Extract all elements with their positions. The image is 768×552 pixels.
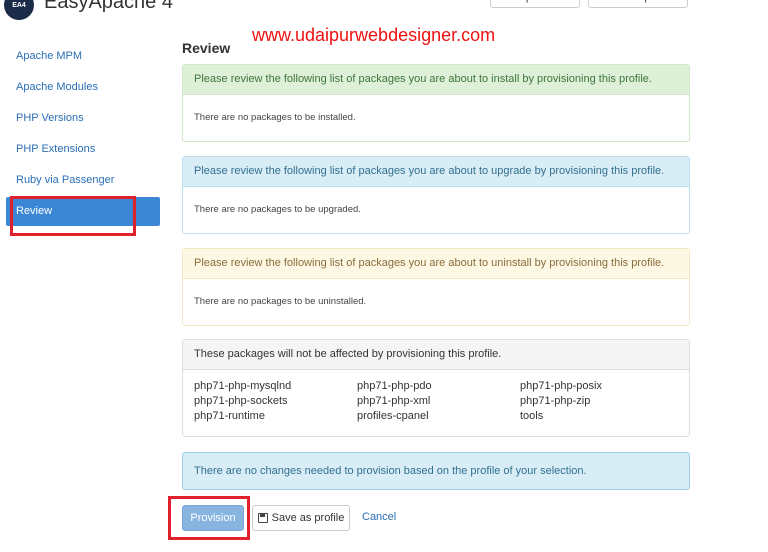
help-links-button[interactable]: Help Links — [490, 0, 580, 8]
cancel-link[interactable]: Cancel — [362, 511, 396, 523]
uninstall-packages-panel: Please review the following list of pack… — [182, 248, 690, 326]
save-as-profile-button[interactable]: Save as profile — [252, 505, 350, 531]
page-title: Review — [182, 40, 231, 56]
sidebar-item-php-extensions[interactable]: PHP Extensions — [6, 135, 160, 164]
uninstall-panel-heading: Please review the following list of pack… — [183, 249, 689, 279]
app-header: EA4 EasyApache 4 Help Links Save as prof… — [0, 0, 768, 20]
install-packages-panel: Please review the following list of pack… — [182, 64, 690, 142]
list-item: php71-runtime — [194, 410, 265, 422]
list-item: php71-php-sockets — [194, 395, 288, 407]
sidebar-item-php-versions[interactable]: PHP Versions — [6, 104, 160, 133]
list-item: php71-php-pdo — [357, 380, 432, 392]
app-title: EasyApache 4 — [44, 0, 173, 13]
no-changes-info-alert: There are no changes needed to provision… — [182, 452, 690, 490]
install-panel-heading: Please review the following list of pack… — [183, 65, 689, 95]
unaffected-panel-heading: These packages will not be affected by p… — [183, 340, 689, 370]
provision-highlight-box — [168, 496, 250, 540]
package-list: php71-php-mysqlnd php71-php-pdo php71-ph… — [183, 370, 689, 423]
upgrade-panel-heading: Please review the following list of pack… — [183, 157, 689, 187]
sidebar-item-apache-mpm[interactable]: Apache MPM — [6, 42, 160, 71]
easyapache-logo-icon: EA4 — [4, 0, 34, 20]
install-panel-body: There are no packages to be installed. — [194, 112, 356, 123]
upgrade-panel-body: There are no packages to be upgraded. — [194, 204, 361, 215]
list-item: php71-php-posix — [520, 380, 602, 392]
list-item: php71-php-xml — [357, 395, 431, 407]
review-highlight-box — [10, 196, 136, 236]
list-item: tools — [520, 410, 544, 422]
sidebar-item-label: Apache Modules — [16, 81, 98, 93]
list-item: profiles-cpanel — [357, 410, 429, 422]
watermark-text: www.udaipurwebdesigner.com — [252, 25, 496, 45]
uninstall-panel-body: There are no packages to be uninstalled. — [194, 296, 367, 307]
list-item: php71-php-mysqlnd — [194, 380, 292, 392]
unaffected-packages-panel: These packages will not be affected by p… — [182, 339, 690, 437]
floppy-disk-icon — [257, 513, 268, 523]
sidebar-item-label: Apache MPM — [16, 50, 83, 62]
save-as-profile-label: Save as profile — [271, 512, 345, 524]
sidebar-item-apache-modules[interactable]: Apache Modules — [6, 73, 160, 102]
sidebar-item-label: Ruby via Passenger — [16, 174, 115, 186]
sidebar-item-ruby-via-passenger[interactable]: Ruby via Passenger — [6, 166, 160, 195]
sidebar-item-label: PHP Extensions — [16, 143, 96, 155]
sidebar-item-label: PHP Versions — [16, 112, 84, 124]
list-item: php71-php-zip — [520, 395, 591, 407]
upgrade-packages-panel: Please review the following list of pack… — [182, 156, 690, 234]
header-save-profile-button[interactable]: Save as profile — [588, 0, 688, 8]
